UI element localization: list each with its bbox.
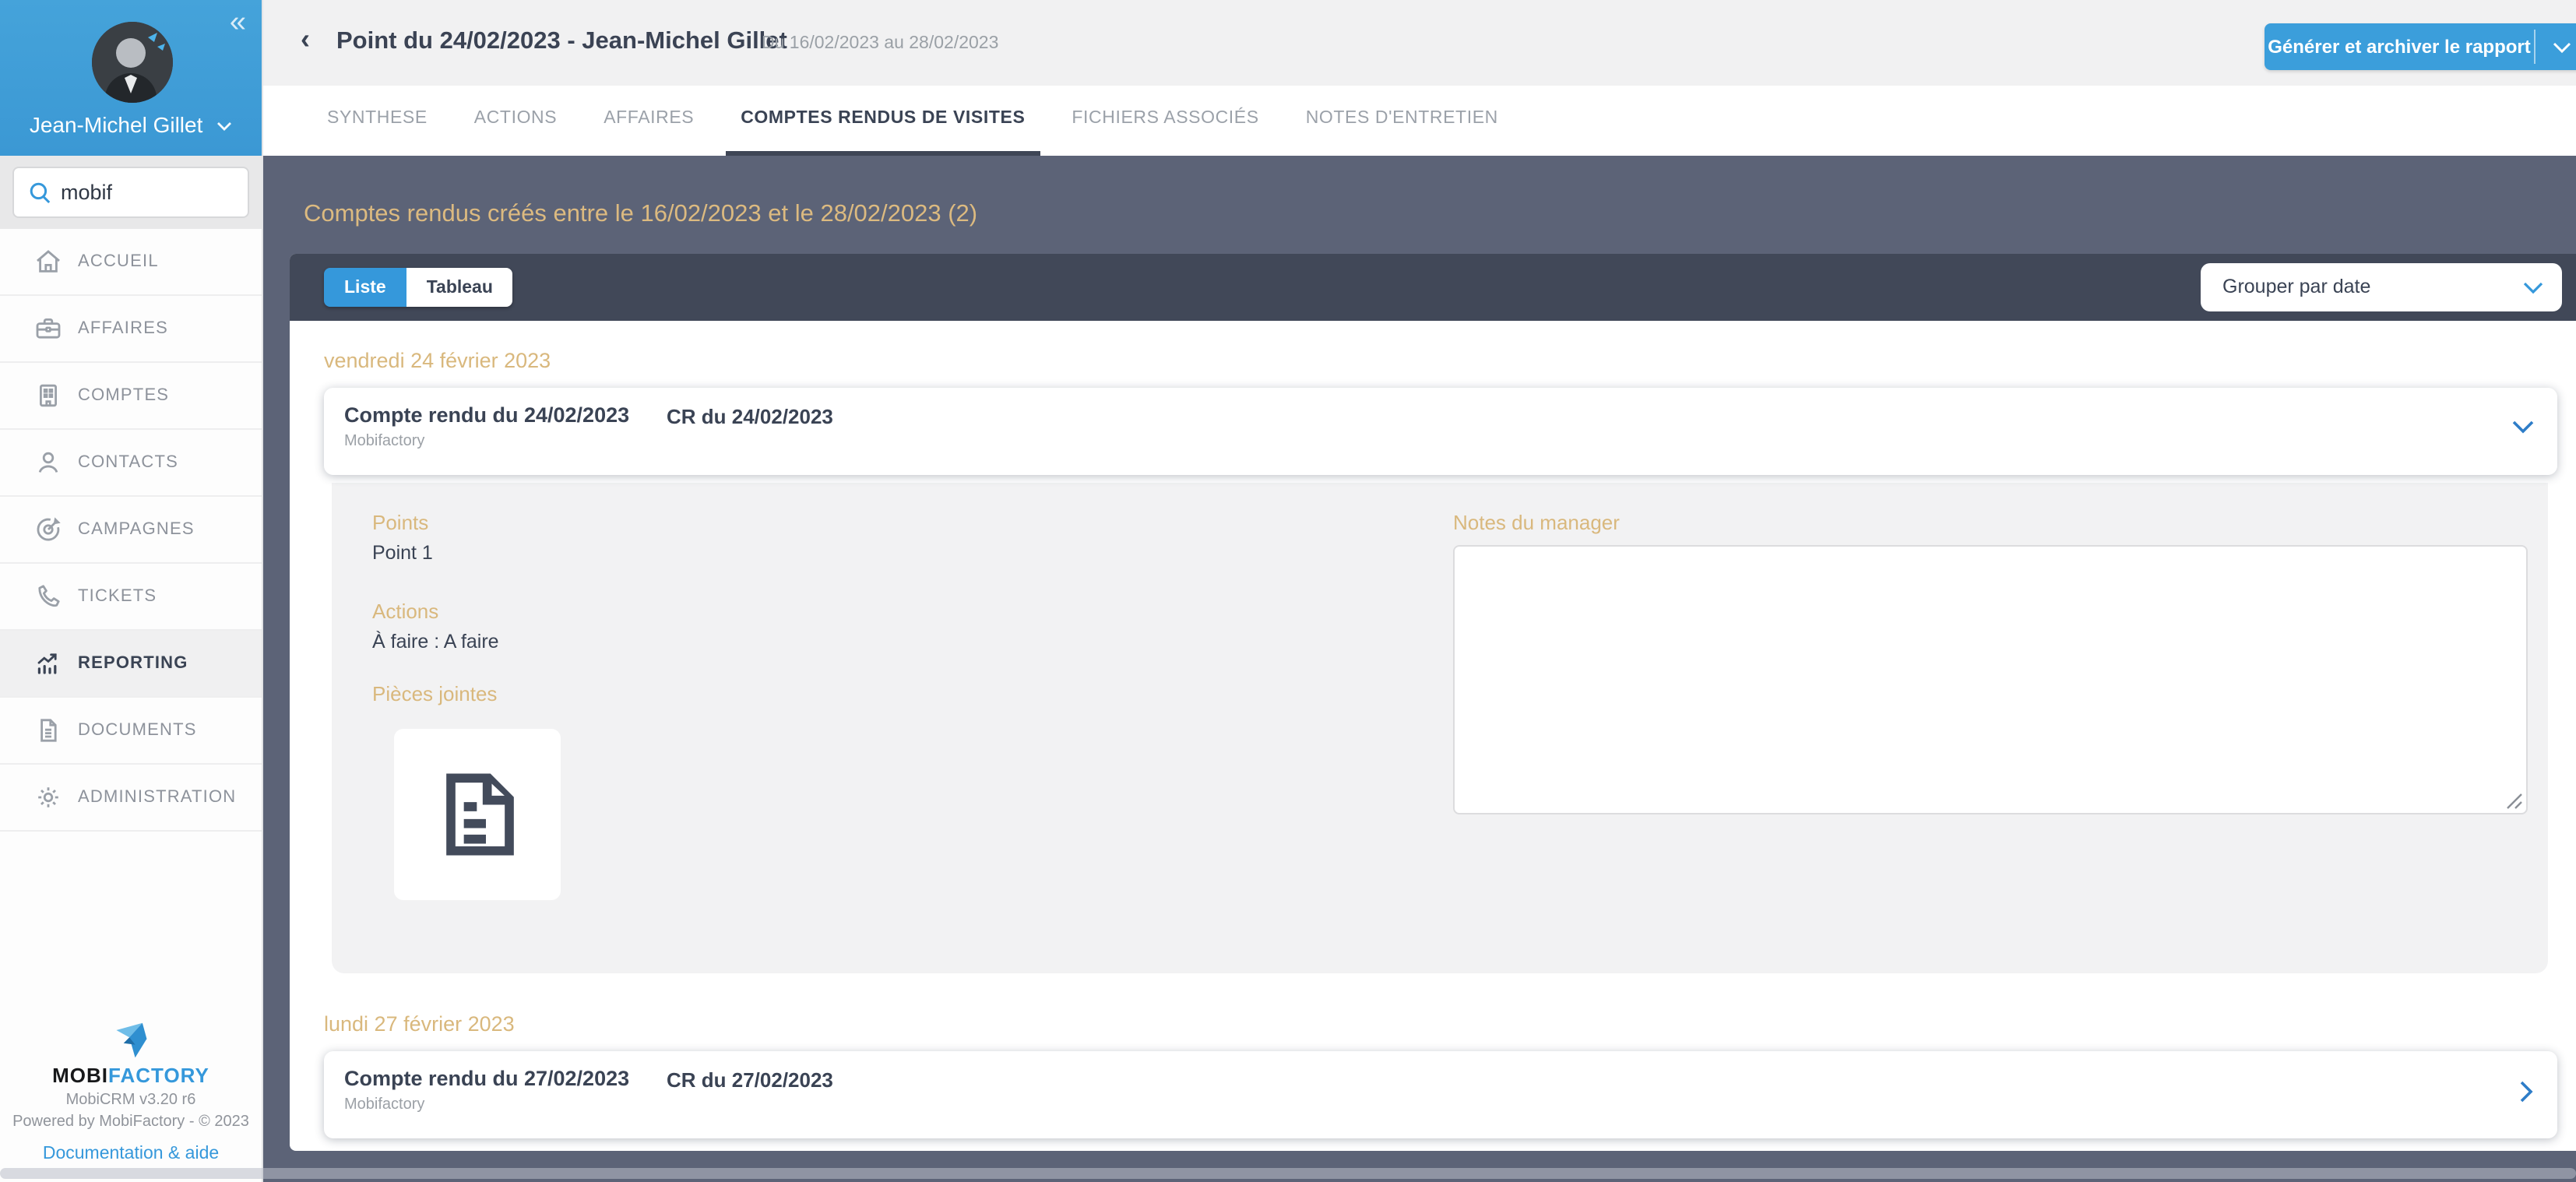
sidebar-user-header: « Jean-Michel Gillet [0,0,262,156]
view-toggle-liste[interactable]: Liste [324,268,406,307]
actions-label: Actions [372,600,438,623]
building-icon [33,380,64,411]
user-menu[interactable]: Jean-Michel Gillet [0,112,262,137]
sidebar-item-contacts[interactable]: CONTACTS [0,430,262,497]
sidebar-item-label: CONTACTS [78,453,178,472]
tab-actions[interactable]: ACTIONS [459,86,572,156]
content-heading: Comptes rendus créés entre le 16/02/2023… [304,201,977,229]
search-box [12,167,249,218]
generate-report-label: Générer et archiver le rapport [2265,36,2534,58]
sidebar-item-tickets[interactable]: TICKETS [0,564,262,631]
target-icon [33,514,64,545]
chevron-right-icon[interactable] [2520,1081,2534,1103]
document-icon [438,771,516,858]
attachment-thumbnail[interactable] [394,729,561,900]
attachments-label: Pièces jointes [372,682,497,705]
sidebar-item-accueil[interactable]: ACCUEIL [0,229,262,296]
page-header: ‹ Point du 24/02/2023 - Jean-Michel Gill… [263,0,2576,86]
points-value: Point 1 [372,542,433,564]
tab-affaires[interactable]: AFFAIRES [588,86,709,156]
collapse-sidebar-icon[interactable]: « [230,6,243,40]
date-range: Du 16/02/2023 au 28/02/2023 [762,34,998,53]
person-icon [33,447,64,478]
manager-notes-textarea[interactable] [1453,545,2528,814]
chevron-down-icon[interactable] [2512,420,2534,434]
documentation-link[interactable]: Documentation & aide [43,1145,219,1163]
generate-report-button[interactable]: Générer et archiver le rapport [2265,23,2576,70]
sidebar-item-administration[interactable]: ADMINISTRATION [0,765,262,832]
main-area: ‹ Point du 24/02/2023 - Jean-Michel Gill… [263,0,2576,1182]
app-window: « Jean-Michel Gillet [0,0,2576,1182]
group-date-heading: lundi 27 février 2023 [324,1012,2576,1036]
sidebar-item-label: CAMPAGNES [78,520,195,539]
briefcase-icon [33,313,64,344]
tab-comptes-rendus-de-visites[interactable]: COMPTES RENDUS DE VISITES [725,86,1040,156]
sidebar-item-label: DOCUMENTS [78,721,197,740]
group-date-heading: vendredi 24 février 2023 [324,349,2576,372]
sidebar-menu: ACCUEIL AFFAIRES COMPTES CONTACTS CAMPAG… [0,229,262,832]
sidebar-item-label: AFFAIRES [78,319,168,338]
sidebar-item-label: REPORTING [78,654,188,673]
actions-value: À faire : A faire [372,631,499,653]
sidebar-item-label: ACCUEIL [78,252,159,271]
tab-notes-entretien[interactable]: NOTES D'ENTRETIEN [1290,86,1514,156]
points-label: Points [372,511,428,534]
brand-factory: FACTORY [108,1064,209,1087]
view-toggle-tableau[interactable]: Tableau [406,268,513,307]
chart-icon [33,648,64,679]
sidebar-footer: MOBIFACTORY MobiCRM v3.20 r6 Powered by … [0,1020,262,1166]
group-by-select[interactable]: Grouper par date [2201,263,2562,311]
app-version: MobiCRM v3.20 r6 [0,1092,262,1109]
sidebar-item-reporting[interactable]: REPORTING [0,631,262,698]
sidebar-item-affaires[interactable]: AFFAIRES [0,296,262,363]
sidebar-item-documents[interactable]: DOCUMENTS [0,698,262,765]
home-icon [33,246,64,277]
report-title: Compte rendu du 27/02/2023 [344,1067,629,1090]
content-area: Comptes rendus créés entre le 16/02/2023… [263,156,2576,1182]
document-icon [33,715,64,746]
sidebar-item-label: TICKETS [78,587,157,606]
report-summary: CR du 27/02/2023 [667,1068,833,1092]
chevron-down-icon [2523,282,2543,294]
brand-wordmark: MOBIFACTORY [0,1064,262,1087]
sidebar: « Jean-Michel Gillet [0,0,263,1182]
reports-panel: Liste Tableau Grouper par date vendredi … [290,254,2576,1151]
view-toggle: Liste Tableau [324,268,513,307]
sidebar-search-area [0,156,262,229]
tab-bar: SYNTHESE ACTIONS AFFAIRES COMPTES RENDUS… [263,86,2576,156]
report-summary: CR du 24/02/2023 [667,405,833,428]
search-input[interactable] [61,168,245,216]
avatar[interactable] [92,22,173,103]
tab-synthese[interactable]: SYNTHESE [311,86,443,156]
reports-toolbar: Liste Tableau Grouper par date [290,254,2576,321]
search-icon [28,181,53,206]
sidebar-item-campagnes[interactable]: CAMPAGNES [0,497,262,564]
sidebar-item-label: ADMINISTRATION [78,788,236,807]
phone-icon [33,581,64,612]
report-title: Compte rendu du 24/02/2023 [344,403,629,427]
report-card[interactable]: Compte rendu du 24/02/2023 Mobifactory C… [324,388,2557,475]
manager-notes-label: Notes du manager [1453,511,1620,534]
back-icon[interactable]: ‹ [301,23,310,56]
group-by-value: Grouper par date [2222,276,2370,297]
reports-list: vendredi 24 février 2023 Compte rendu du… [290,321,2576,1138]
chevron-down-icon[interactable] [2536,41,2576,52]
mobifactory-logo-icon [107,1020,154,1061]
powered-by: Powered by MobiFactory - © 2023 [0,1113,262,1131]
sidebar-item-label: COMPTES [78,386,169,405]
sidebar-item-comptes[interactable]: COMPTES [0,363,262,430]
page-title: Point du 24/02/2023 - Jean-Michel Gillet [336,28,787,56]
report-details: Points Point 1 Actions À faire : A faire… [332,483,2548,973]
report-card[interactable]: Compte rendu du 27/02/2023 Mobifactory C… [324,1051,2557,1138]
chevron-down-icon [216,121,232,131]
report-company: Mobifactory [344,433,424,450]
brand-mobi: MOBI [52,1064,108,1087]
report-company: Mobifactory [344,1096,424,1113]
gear-icon [33,782,64,813]
user-name: Jean-Michel Gillet [30,112,203,137]
tab-fichiers-associes[interactable]: FICHIERS ASSOCIÉS [1056,86,1274,156]
horizontal-scrollbar[interactable] [0,1168,2576,1179]
